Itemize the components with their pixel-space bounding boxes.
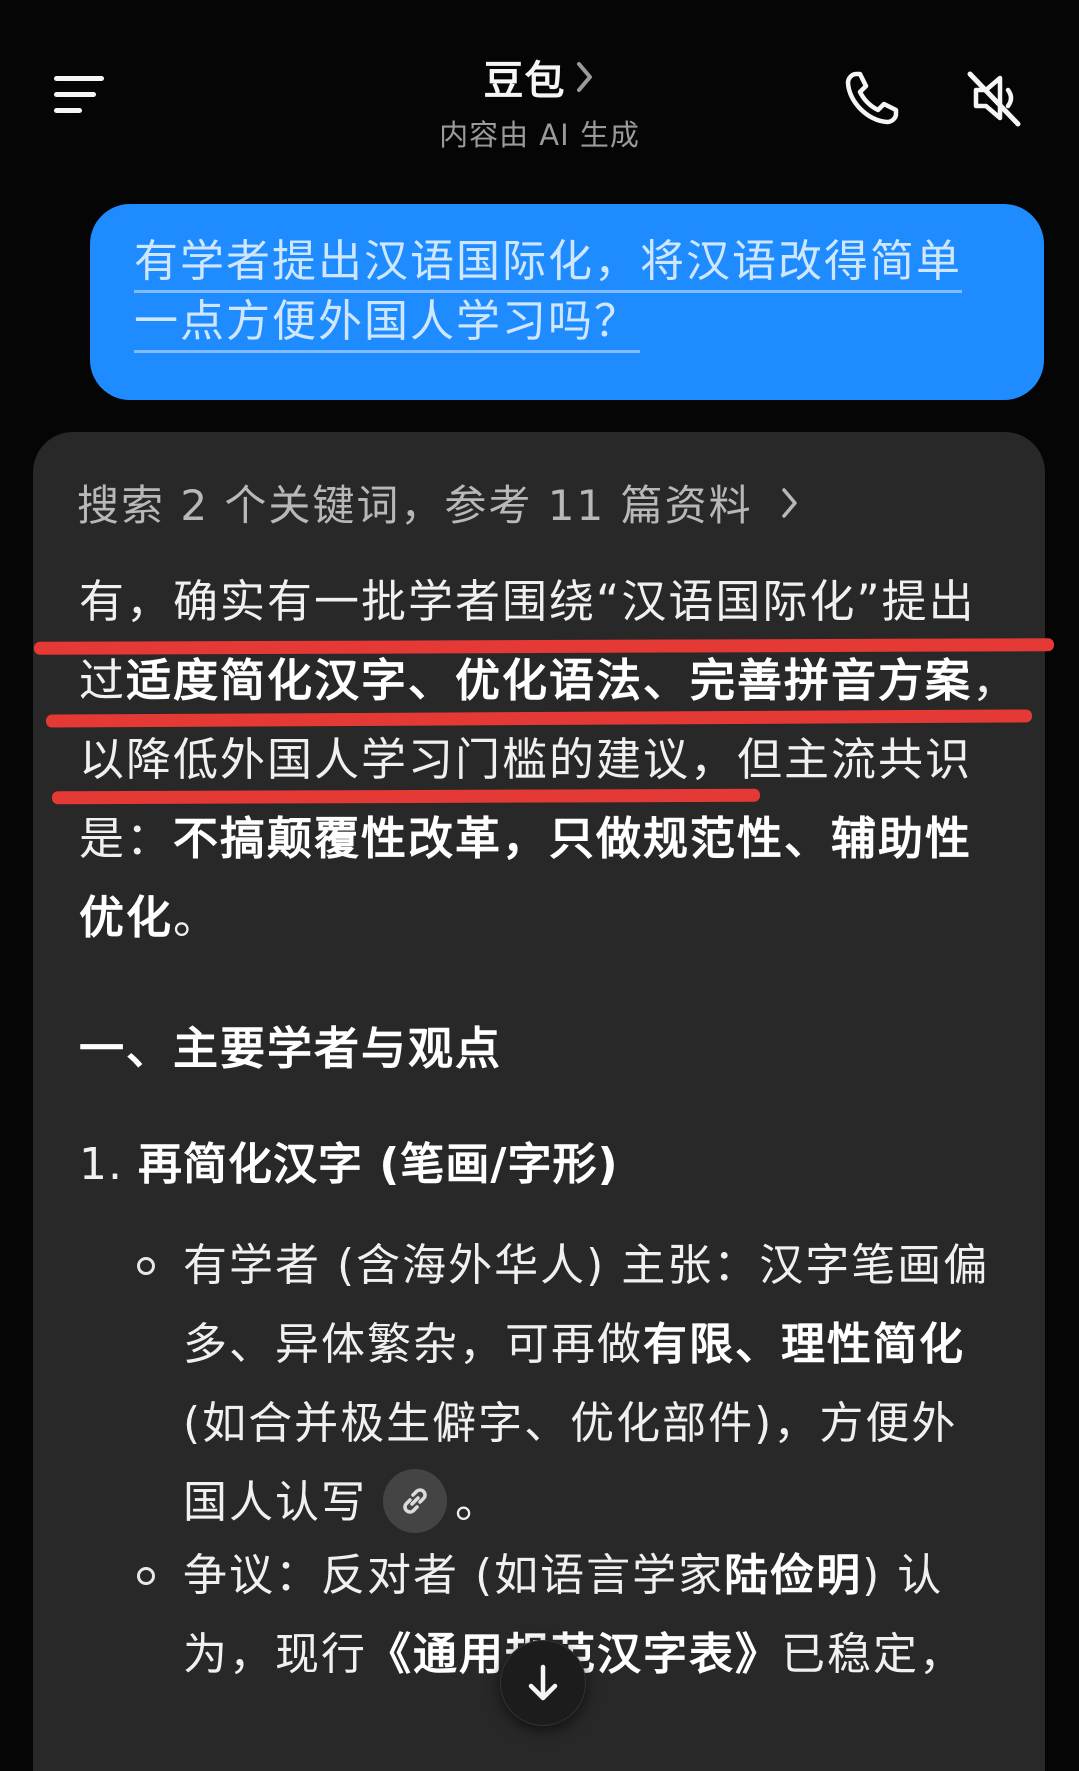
numbered-item-heading: 1. 再简化汉字 (笔画/字形) (79, 1128, 619, 1192)
text-line: 有，确实有一批学者围绕“汉语国际化”提出 (79, 575, 976, 628)
bot-title-button[interactable]: 豆包 (484, 48, 596, 106)
bullet-paragraph: 有学者 (含海外华人) 主张：汉字笔画偏 多、异体繁杂，可再做有限、理性简化 (… (183, 1226, 989, 1542)
text-line: 是：不搞颠覆性改革，只做规范性、辅助性 (79, 812, 973, 865)
bullet-marker (137, 1257, 155, 1275)
phone-icon (845, 71, 899, 125)
reference-link-button[interactable] (383, 1469, 447, 1533)
bullet-marker (137, 1567, 155, 1585)
speaker-muted-icon (967, 71, 1021, 127)
text-line: 以降低外国人学习门槛的建议，但主流共识 (79, 733, 973, 786)
item-number: 1. (79, 1139, 123, 1190)
answer-intro-paragraph: 有，确实有一批学者围绕“汉语国际化”提出 过适度简化汉字、优化语法、完善拼音方案… (79, 562, 1019, 957)
link-icon (403, 1488, 427, 1514)
search-references-row[interactable]: 搜索 2 个关键词，参考 11 篇资料 (77, 472, 801, 533)
scroll-to-bottom-button[interactable] (500, 1640, 586, 1726)
search-summary-text: 搜索 2 个关键词，参考 11 篇资料 (77, 481, 753, 530)
chevron-right-icon (781, 487, 797, 518)
text-line: 优化。 (79, 891, 221, 944)
bold-phrase: 适度简化汉字、优化语法、完善拼音方案 (126, 654, 973, 707)
text-line: 国人认写。 (183, 1463, 989, 1542)
red-annotation-stroke (51, 788, 761, 805)
text-line: 多、异体繁杂，可再做有限、理性简化 (183, 1319, 965, 1370)
bold-phrase: 不搞颠覆性改革，只做规范性、辅助性 (173, 812, 973, 865)
chat-header: 豆包 内容由 AI 生成 (0, 0, 1079, 175)
mute-toggle-button[interactable] (962, 66, 1026, 130)
section-heading: 一、主要学者与观点 (79, 1022, 503, 1075)
bold-phrase: 有限、理性简化 (643, 1319, 965, 1370)
bold-phrase: 优化 (79, 891, 174, 944)
user-message-line: 有学者提出汉语国际化，将汉语改得简单 (134, 232, 1004, 293)
text-line: 有学者 (含海外华人) 主张：汉字笔画偏 (183, 1240, 990, 1291)
text-line: 争议：反对者 (如语言学家陆俭明) 认 (183, 1550, 944, 1601)
text-line: (如合并极生僻字、优化部件)，方便外 (183, 1398, 958, 1449)
bold-phrase: 陆俭明 (724, 1550, 863, 1601)
phone-call-button[interactable] (840, 66, 904, 130)
arrow-down-icon (528, 1664, 558, 1701)
chat-screen: 豆包 内容由 AI 生成 有学者提出汉语国际化，将汉语改得简单 一点方便外国人学… (0, 0, 1079, 1771)
user-message-line: 一点方便外国人学习吗？ (134, 292, 1004, 353)
chat-title-area: 豆包 内容由 AI 生成 (0, 48, 1079, 154)
chevron-right-icon (576, 62, 592, 92)
user-message-bubble[interactable]: 有学者提出汉语国际化，将汉语改得简单 一点方便外国人学习吗？ (90, 204, 1044, 400)
ai-answer-card: 搜索 2 个关键词，参考 11 篇资料 有，确实有一批学者围绕“汉语国际化”提出… (33, 432, 1045, 1771)
ai-generated-notice: 内容由 AI 生成 (439, 118, 640, 152)
item-title: 再简化汉字 (笔画/字形) (137, 1139, 619, 1190)
bot-name: 豆包 (483, 58, 566, 104)
